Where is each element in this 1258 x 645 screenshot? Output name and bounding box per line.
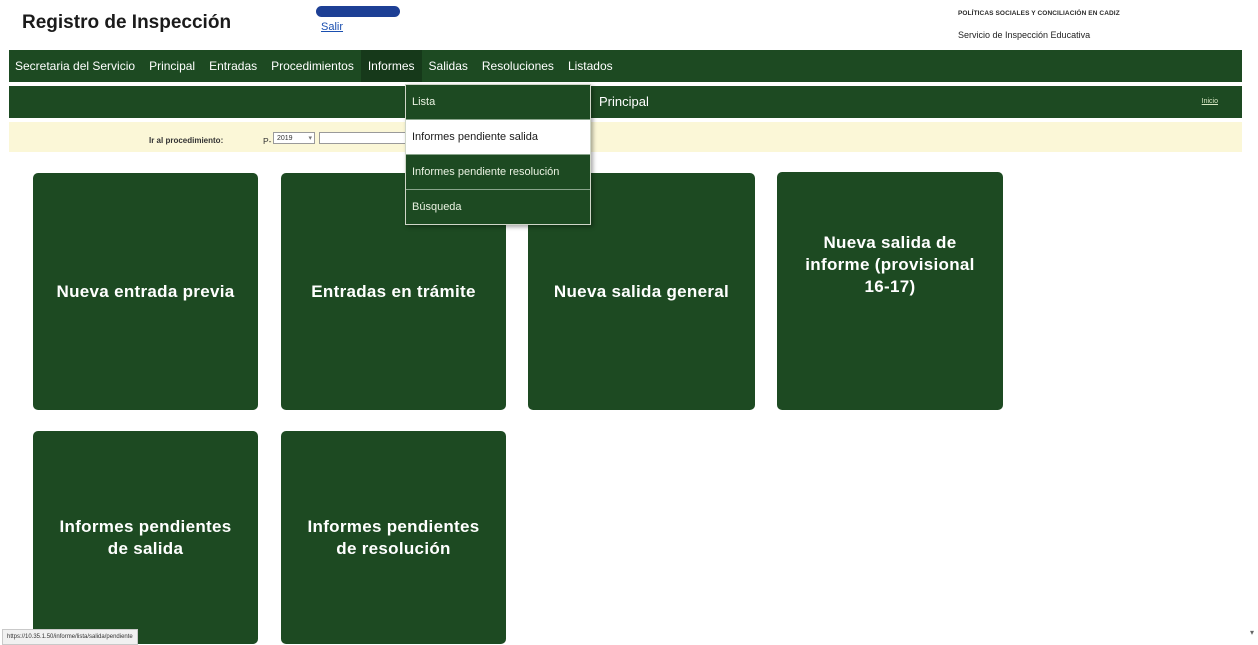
- logout-link[interactable]: Salir: [321, 21, 343, 33]
- tile-nueva-salida-informe[interactable]: Nueva salida de informe (provisional 16-…: [777, 172, 1003, 410]
- menu-item-listados[interactable]: Listados: [561, 50, 620, 82]
- user-name-redacted: [316, 6, 400, 17]
- tile-informes-pendientes-salida[interactable]: Informes pendientes de salida: [33, 431, 258, 644]
- page-title: Principal: [599, 94, 649, 109]
- dropdown-item-pendiente-resolucion[interactable]: Informes pendiente resolución: [406, 155, 590, 190]
- main-menu: Secretaria del Servicio Principal Entrad…: [9, 50, 1242, 82]
- status-bar-url: https://10.35.1.50/informe/lista/salida/…: [2, 629, 138, 645]
- app-title: Registro de Inspección: [22, 12, 232, 33]
- organization-subtitle: Servicio de Inspección Educativa: [958, 30, 1091, 40]
- page-title-bar: Principal Inicio: [9, 86, 1242, 118]
- organization-name: POLÍTICAS SOCIALES Y CONCILIACIÓN EN CAD…: [958, 10, 1120, 17]
- menu-item-procedimientos[interactable]: Procedimientos: [264, 50, 361, 82]
- year-value: 2019: [277, 135, 293, 142]
- menu-item-informes[interactable]: Informes: [360, 50, 422, 82]
- dropdown-item-busqueda[interactable]: Búsqueda: [406, 190, 590, 224]
- goto-label: Ir al procedimiento:: [149, 136, 224, 145]
- menu-item-entradas[interactable]: Entradas: [202, 50, 264, 82]
- dropdown-item-pendiente-salida[interactable]: Informes pendiente salida: [406, 120, 590, 155]
- procedure-prefix: P-: [263, 136, 272, 146]
- home-link[interactable]: Inicio: [1202, 86, 1218, 118]
- year-select[interactable]: 2019 ▾: [273, 132, 315, 144]
- scrollbar[interactable]: [1244, 0, 1256, 644]
- menu-item-secretaria[interactable]: Secretaria del Servicio: [9, 50, 142, 82]
- scroll-down-icon[interactable]: ▾: [1250, 628, 1254, 637]
- menu-item-principal[interactable]: Principal: [142, 50, 202, 82]
- tile-nueva-entrada-previa[interactable]: Nueva entrada previa: [33, 173, 258, 410]
- menu-item-salidas[interactable]: Salidas: [422, 50, 475, 82]
- informes-dropdown-menu: Lista Informes pendiente salida Informes…: [405, 84, 591, 225]
- goto-procedure-bar: Ir al procedimiento: P- 2019 ▾: [9, 122, 1242, 152]
- chevron-down-icon: ▾: [308, 135, 312, 142]
- dropdown-item-lista[interactable]: Lista: [406, 85, 590, 120]
- menu-item-resoluciones[interactable]: Resoluciones: [475, 50, 561, 82]
- tile-informes-pendientes-resolucion[interactable]: Informes pendientes de resolución: [281, 431, 506, 644]
